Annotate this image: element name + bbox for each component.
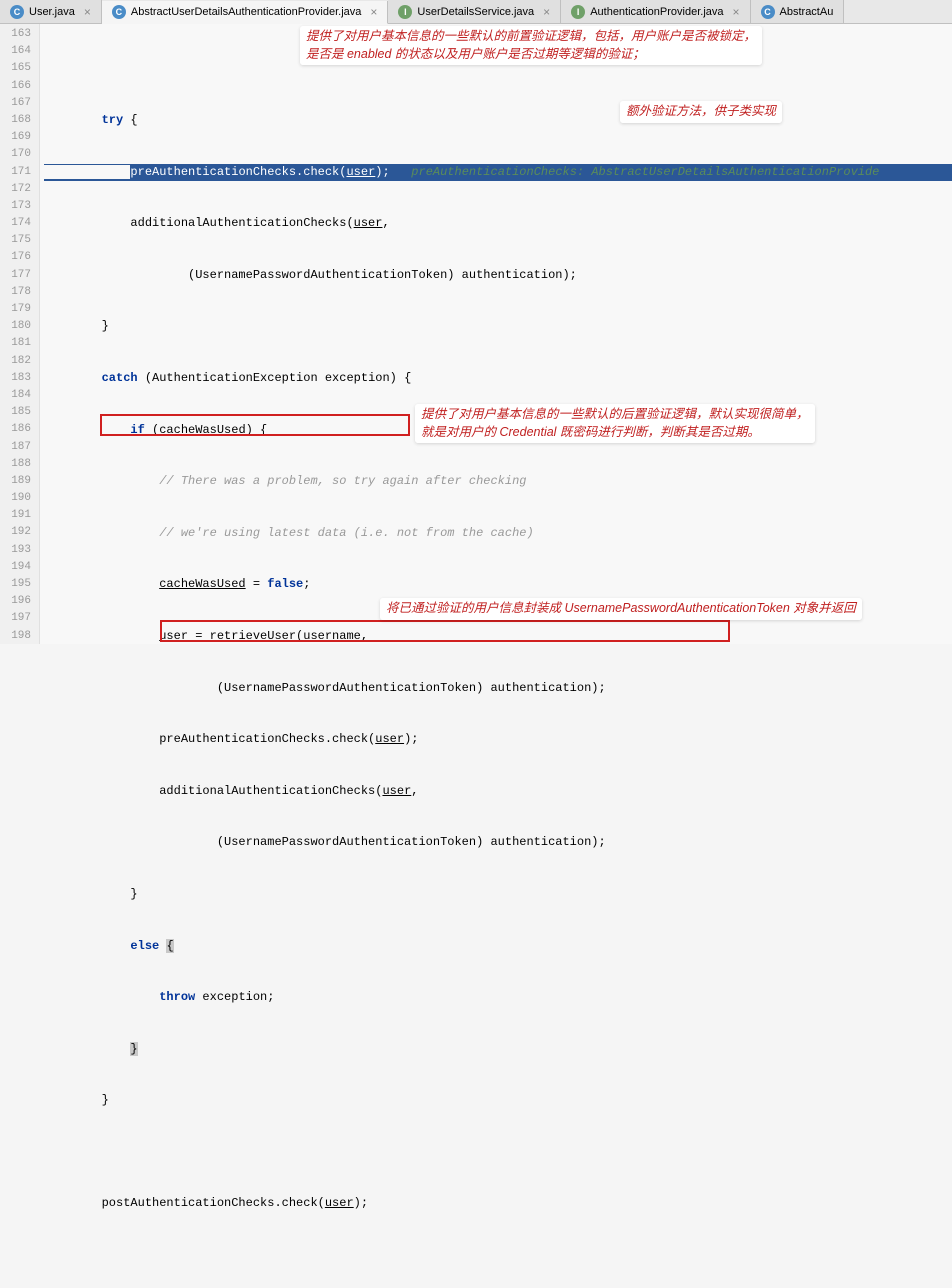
line-number: 164 [0,43,31,60]
code-line: } [44,1092,952,1109]
code-line-highlighted: preAuthenticationChecks.check(user); pre… [44,164,952,181]
annotation-post-auth: 提供了对用户基本信息的一些默认的后置验证逻辑，默认实现很简单，就是对用户的 Cr… [415,404,815,443]
code-line: try { [44,112,952,129]
line-number: 171 [0,164,31,181]
interface-icon: I [571,5,585,19]
line-number: 196 [0,593,31,610]
code-line: additionalAuthenticationChecks(user, [44,215,952,232]
line-number: 184 [0,387,31,404]
annotation-pre-auth: 提供了对用户基本信息的一些默认的前置验证逻辑，包括，用户账户是否被锁定，是否是 … [300,26,762,65]
close-icon[interactable]: × [543,5,550,19]
line-number: 198 [0,628,31,645]
line-number: 194 [0,559,31,576]
code-line: catch (AuthenticationException exception… [44,370,952,387]
code-line: cacheWasUsed = false; [44,576,952,593]
line-number: 166 [0,78,31,95]
class-icon: C [112,5,126,19]
annotation-additional: 额外验证方法，供子类实现 [620,101,782,123]
line-number: 168 [0,112,31,129]
line-number: 183 [0,370,31,387]
close-icon[interactable]: × [84,5,91,19]
line-number: 176 [0,249,31,266]
line-number: 192 [0,524,31,541]
inline-hint: preAuthenticationChecks: AbstractUserDet… [390,165,880,179]
line-number: 163 [0,26,31,43]
line-number: 187 [0,439,31,456]
line-number: 188 [0,456,31,473]
line-number: 180 [0,318,31,335]
line-number: 173 [0,198,31,215]
line-number: 189 [0,473,31,490]
code-line: else { [44,938,952,955]
line-number: 172 [0,181,31,198]
line-number: 191 [0,507,31,524]
interface-icon: I [398,5,412,19]
tab-abstract-au[interactable]: CAbstractAu [751,0,845,23]
tab-abstract-provider[interactable]: CAbstractUserDetailsAuthenticationProvid… [102,1,389,24]
code-line: // There was a problem, so try again aft… [44,473,952,490]
line-number: 165 [0,60,31,77]
code-line: throw exception; [44,989,952,1006]
line-number: 179 [0,301,31,318]
highlight-box-post-auth [100,414,410,436]
code-line: additionalAuthenticationChecks(user, [44,783,952,800]
line-gutter: 1631641651661671681691701711721731741751… [0,24,40,644]
editor-tabs: CUser.java× CAbstractUserDetailsAuthenti… [0,0,952,24]
line-number: 174 [0,215,31,232]
code-line: (UsernamePasswordAuthenticationToken) au… [44,680,952,697]
tab-userdetails-service[interactable]: IUserDetailsService.java× [388,0,561,23]
line-number: 190 [0,490,31,507]
line-number: 178 [0,284,31,301]
tab-user[interactable]: CUser.java× [0,0,102,23]
code-line: } [44,318,952,335]
line-number: 170 [0,146,31,163]
close-icon[interactable]: × [370,5,377,19]
code-line: preAuthenticationChecks.check(user); [44,731,952,748]
code-line: (UsernamePasswordAuthenticationToken) au… [44,834,952,851]
tab-auth-provider[interactable]: IAuthenticationProvider.java× [561,0,750,23]
code-line: } [44,1041,952,1058]
line-number: 195 [0,576,31,593]
line-number: 185 [0,404,31,421]
line-number: 186 [0,421,31,438]
close-icon[interactable]: × [733,5,740,19]
line-number: 177 [0,267,31,284]
code-line: (UsernamePasswordAuthenticationToken) au… [44,267,952,284]
code-line: } [44,886,952,903]
class-icon: C [10,5,24,19]
line-number: 181 [0,335,31,352]
code-line [44,1247,952,1264]
line-number: 182 [0,353,31,370]
code-editor[interactable]: 1631641651661671681691701711721731741751… [0,24,952,644]
code-line: // we're using latest data (i.e. not fro… [44,525,952,542]
code-line: postAuthenticationChecks.check(user); [44,1195,952,1212]
line-number: 175 [0,232,31,249]
highlight-box-return [160,620,730,642]
line-number: 193 [0,542,31,559]
annotation-return: 将已通过验证的用户信息封装成 UsernamePasswordAuthentic… [380,598,862,620]
line-number: 169 [0,129,31,146]
line-number: 167 [0,95,31,112]
code-line [44,1144,952,1161]
code-area[interactable]: try { preAuthenticationChecks.check(user… [40,24,952,644]
line-number: 197 [0,610,31,627]
class-icon: C [761,5,775,19]
